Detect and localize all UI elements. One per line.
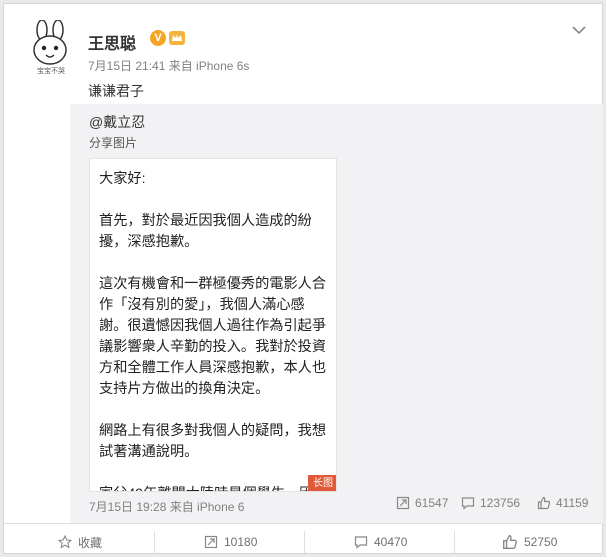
original-like-value: 41159 (556, 496, 589, 510)
star-icon (58, 535, 72, 549)
post-text: 谦谦君子 (88, 83, 144, 99)
crown-icon (169, 31, 185, 45)
letter-paragraph: 大家好: (99, 171, 146, 187)
original-author[interactable]: @戴立忍 (89, 112, 145, 132)
favorite-button[interactable]: 收藏 (58, 533, 102, 551)
like-button[interactable]: 52750 (502, 533, 557, 551)
avatar-caption: 宝宝不哭 (37, 68, 65, 75)
comment-icon (354, 536, 368, 549)
repost-button[interactable]: 10180 (204, 533, 257, 551)
original-meta: 7月15日 19:28 来自 iPhone 6 (89, 500, 245, 514)
comment-icon (461, 497, 475, 510)
repost-block: @戴立忍 分享图片 大家好: 首先，對於最近因我個人造成的紛擾，深感抱歉。 這次… (70, 104, 603, 524)
letter-paragraph: 網路上有很多對我個人的疑問，我想試著溝通說明。 (99, 423, 327, 460)
like-icon (537, 496, 551, 510)
letter-text: 大家好: 首先，對於最近因我個人造成的紛擾，深感抱歉。 這次有機會和一群極優秀的… (99, 169, 329, 491)
repost-icon (204, 535, 218, 549)
original-like-count[interactable]: 41159 (537, 496, 588, 510)
original-repost-count[interactable]: 61547 (396, 496, 448, 510)
comment-button[interactable]: 40470 (354, 533, 407, 551)
long-image-badge: 长图 (308, 475, 336, 491)
like-icon (503, 535, 517, 549)
action-bar-divider (4, 523, 602, 524)
verified-icon: V (150, 30, 166, 46)
separator (454, 531, 455, 553)
separator (154, 531, 155, 553)
letter-paragraph: 首先，對於最近因我個人造成的紛擾，深感抱歉。 (99, 213, 312, 250)
repost-count: 10180 (224, 535, 258, 549)
original-comment-count[interactable]: 123756 (461, 496, 520, 510)
like-count: 52750 (524, 535, 558, 549)
letter-paragraph: 家父49年離開大陸時是個學生，因為戰亂中斷學業十年，後來到台灣接續完成學業，當一… (99, 484, 329, 491)
original-comment-value: 123756 (480, 496, 521, 510)
weibo-post-card: 宝宝不哭 王思聪 V 7月15日 21:41 来自 iPhone 6s 谦谦君子… (3, 3, 603, 554)
post-meta: 7月15日 21:41 来自 iPhone 6s (88, 59, 250, 73)
chevron-down-icon[interactable] (569, 22, 589, 38)
separator (304, 531, 305, 553)
long-image[interactable]: 大家好: 首先，對於最近因我個人造成的紛擾，深感抱歉。 這次有機會和一群極優秀的… (89, 158, 337, 492)
original-subtitle: 分享图片 (89, 136, 138, 150)
username[interactable]: 王思聪 (88, 30, 136, 54)
original-repost-value: 61547 (415, 496, 449, 510)
avatar-rabbit-icon (33, 20, 67, 65)
letter-paragraph: 這次有機會和一群極優秀的電影人合作「沒有別的愛」，我個人滿心感謝。很遺憾因我個人… (99, 276, 327, 397)
avatar[interactable]: 宝宝不哭 (27, 20, 75, 76)
comment-count: 40470 (374, 535, 408, 549)
favorite-label: 收藏 (78, 535, 103, 550)
repost-icon (396, 496, 410, 510)
